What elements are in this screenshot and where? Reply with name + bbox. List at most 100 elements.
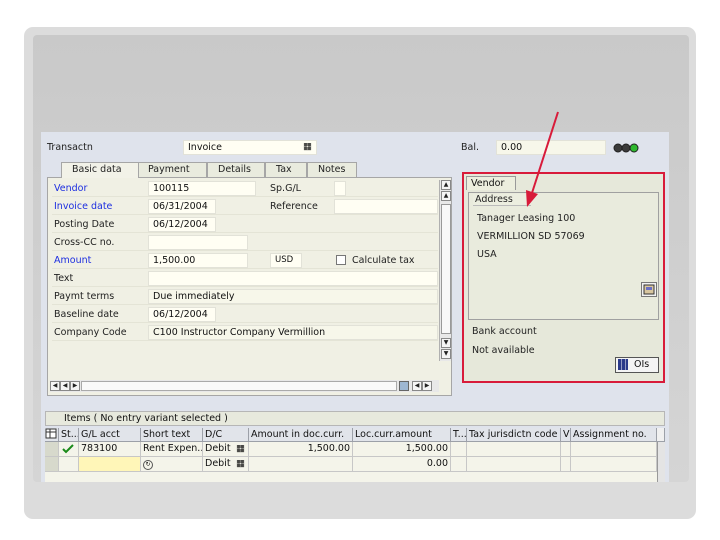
address-edit-icon bbox=[643, 284, 655, 295]
address-line-1: Tanager Leasing 100 bbox=[477, 213, 576, 224]
hscroll-track[interactable] bbox=[81, 381, 397, 391]
row-v[interactable] bbox=[561, 457, 571, 472]
row-short-text[interactable]: Rent Expen... bbox=[141, 442, 203, 457]
status-ok-icon bbox=[59, 442, 79, 457]
items-title-bar: Items ( No entry variant selected ) bbox=[45, 411, 665, 426]
row-assignment[interactable] bbox=[571, 442, 657, 457]
row-divider bbox=[52, 340, 438, 341]
row-dc[interactable]: Debit ▦ bbox=[203, 457, 249, 472]
company-code-field: C100 Instructor Company Vermillion bbox=[148, 325, 438, 340]
posting-date-label: Posting Date bbox=[54, 219, 115, 230]
basic-data-panel: Vendor 100115 Sp.G/L Invoice date 06/31/… bbox=[47, 177, 452, 396]
row-amount[interactable] bbox=[249, 457, 353, 472]
col-header-gl-acct[interactable]: G/L acct bbox=[79, 428, 141, 442]
col-header-short-text[interactable]: Short text bbox=[141, 428, 203, 442]
tab-notes[interactable]: Notes bbox=[307, 162, 357, 178]
transaction-label: Transactn bbox=[47, 142, 93, 153]
row-gl-acct[interactable]: 783100 bbox=[79, 442, 141, 457]
currency-value: USD bbox=[275, 255, 294, 265]
row-tax[interactable] bbox=[451, 442, 467, 457]
row-divider bbox=[52, 214, 438, 215]
scroll-left-icon[interactable]: ◀ bbox=[60, 381, 70, 391]
row-dc[interactable]: Debit ▦ bbox=[203, 442, 249, 457]
scroll-right-icon[interactable]: ▶ bbox=[422, 381, 432, 391]
row-selector[interactable] bbox=[45, 457, 59, 472]
dropdown-icon[interactable]: ▦ bbox=[236, 443, 245, 454]
ois-label: OIs bbox=[634, 359, 650, 370]
row-divider bbox=[52, 250, 438, 251]
address-line-3: USA bbox=[477, 249, 497, 260]
col-header-v[interactable]: V bbox=[561, 428, 571, 442]
tab-label: Payment bbox=[148, 164, 190, 175]
row-v[interactable] bbox=[561, 442, 571, 457]
vendor-tab[interactable]: Vendor bbox=[466, 176, 516, 190]
vendor-field[interactable]: 100115 bbox=[148, 181, 256, 196]
scroll-top-icon[interactable]: ▲ bbox=[441, 180, 451, 190]
dropdown-icon[interactable]: ▦ bbox=[236, 458, 245, 469]
company-code-label: Company Code bbox=[54, 327, 127, 338]
select-all-icon[interactable] bbox=[45, 428, 59, 442]
balance-label: Bal. bbox=[461, 142, 479, 153]
col-header-status[interactable]: St... bbox=[59, 428, 79, 442]
row-assignment[interactable] bbox=[571, 457, 657, 472]
scroll-up-icon[interactable]: ▲ bbox=[441, 191, 451, 201]
items-vertical-scrollbar[interactable] bbox=[657, 442, 665, 482]
scroll-left-icon[interactable]: ◀ bbox=[412, 381, 422, 391]
scroll-right-icon[interactable]: ▶ bbox=[70, 381, 80, 391]
tab-label: Notes bbox=[318, 164, 346, 175]
col-header-local-amount[interactable]: Loc.curr.amount bbox=[353, 428, 451, 442]
col-header-assignment[interactable]: Assignment no. bbox=[571, 428, 657, 442]
address-label: Address bbox=[473, 194, 531, 206]
row-gl-acct[interactable] bbox=[79, 457, 141, 472]
tab-label: Tax bbox=[276, 164, 292, 175]
rotate-icon[interactable]: ↻ bbox=[143, 460, 153, 470]
table-settings-icon bbox=[45, 428, 57, 439]
cross-cc-label: Cross-CC no. bbox=[54, 237, 115, 248]
amount-field[interactable]: 1,500.00 bbox=[148, 253, 248, 268]
amount-value: 1,500.00 bbox=[153, 255, 196, 266]
vertical-scrollbar[interactable]: ▲ ▲ ▼ ▼ bbox=[439, 180, 451, 361]
col-header-dc[interactable]: D/C bbox=[203, 428, 249, 442]
scroll-bottom-icon[interactable]: ▼ bbox=[441, 349, 451, 359]
baseline-date-field[interactable]: 06/12/2004 bbox=[148, 307, 216, 322]
posting-date-field[interactable]: 06/12/2004 bbox=[148, 217, 216, 232]
horizontal-scrollbar[interactable]: ◀ ◀ ▶ ◀ ▶ bbox=[50, 380, 439, 392]
row-short-text[interactable]: ↻ bbox=[141, 457, 203, 472]
row-amount[interactable]: 1,500.00 bbox=[249, 442, 353, 457]
row-tax-jurisdiction[interactable] bbox=[467, 442, 561, 457]
transaction-field[interactable]: Invoice ▦ bbox=[183, 140, 317, 155]
scroll-left-end-icon[interactable]: ◀ bbox=[50, 381, 60, 391]
tab-details[interactable]: Details bbox=[207, 162, 265, 178]
sap-invoice-screen: Transactn Invoice ▦ Bal. 0.00 Basic data… bbox=[41, 132, 669, 482]
hscroll-thumb[interactable] bbox=[399, 381, 409, 391]
text-field[interactable] bbox=[148, 271, 438, 286]
company-code-value: C100 Instructor Company Vermillion bbox=[153, 327, 326, 338]
address-line-2: VERMILLION SD 57069 bbox=[477, 231, 585, 242]
cross-cc-field[interactable] bbox=[148, 235, 248, 250]
tab-payment[interactable]: Payment bbox=[137, 162, 207, 178]
text-label: Text bbox=[54, 273, 74, 284]
dc-value: Debit bbox=[205, 458, 231, 469]
payment-terms-field[interactable]: Due immediately bbox=[148, 289, 438, 304]
tab-tax[interactable]: Tax bbox=[265, 162, 307, 178]
currency-field[interactable]: USD bbox=[270, 253, 302, 268]
col-header-tax[interactable]: T... bbox=[451, 428, 467, 442]
col-header-tax-jurisdiction[interactable]: Tax jurisdictn code bbox=[467, 428, 561, 442]
col-header-amount-doc[interactable]: Amount in doc.curr. bbox=[249, 428, 353, 442]
tab-basic-data[interactable]: Basic data bbox=[61, 162, 139, 178]
row-selector[interactable] bbox=[45, 442, 59, 457]
calculate-tax-checkbox[interactable] bbox=[336, 255, 346, 265]
row-tax-jurisdiction[interactable] bbox=[467, 457, 561, 472]
invoice-date-field[interactable]: 06/31/2004 bbox=[148, 199, 216, 214]
traffic-light-icon bbox=[613, 143, 639, 153]
spgl-label: Sp.G/L bbox=[270, 183, 301, 194]
column-config-icon[interactable] bbox=[657, 428, 665, 442]
scroll-down-icon[interactable]: ▼ bbox=[441, 338, 451, 348]
ois-button[interactable]: OIs bbox=[615, 357, 659, 373]
row-tax[interactable] bbox=[451, 457, 467, 472]
spgl-field[interactable] bbox=[334, 181, 346, 196]
scroll-thumb[interactable] bbox=[441, 204, 451, 334]
address-edit-button[interactable] bbox=[641, 282, 657, 297]
dropdown-icon[interactable]: ▦ bbox=[303, 141, 312, 152]
reference-field[interactable] bbox=[334, 199, 438, 214]
